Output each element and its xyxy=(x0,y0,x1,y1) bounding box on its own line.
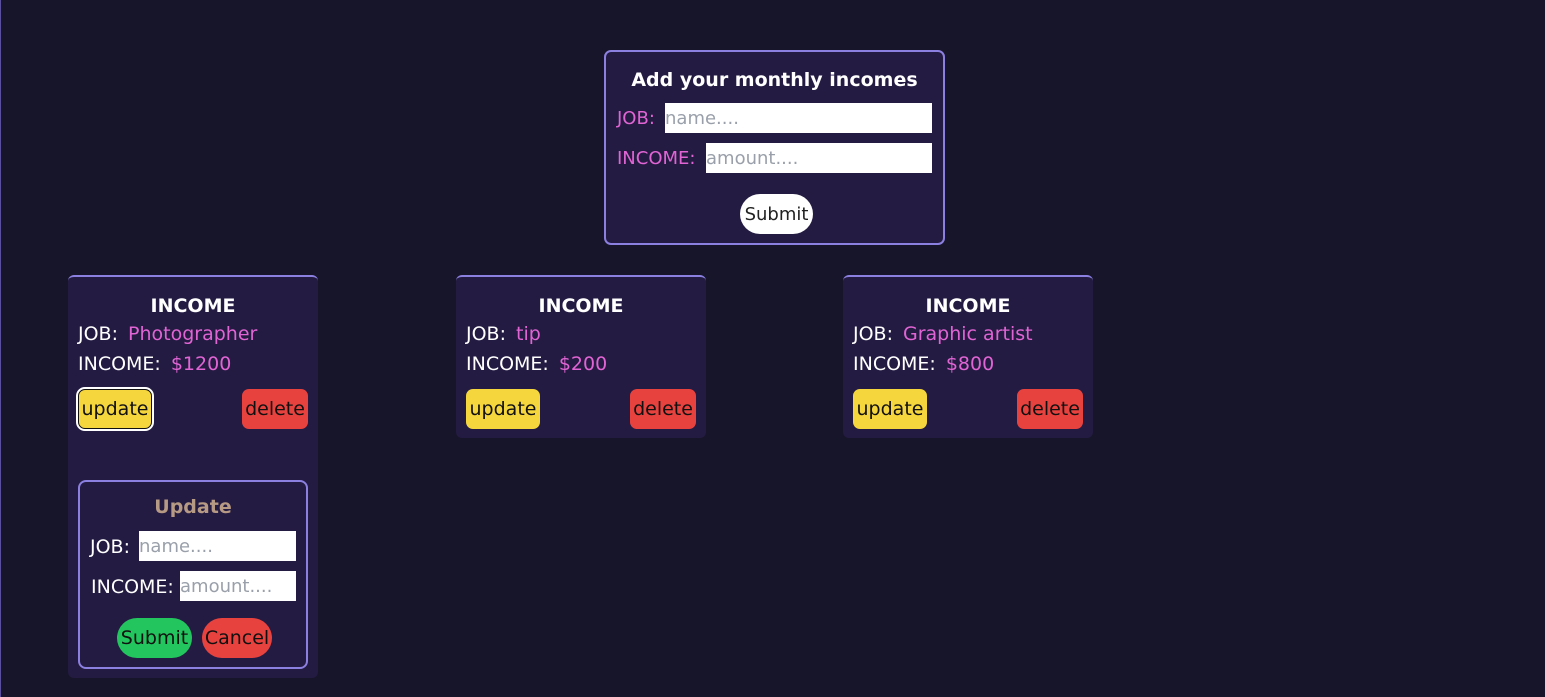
update-button[interactable]: update xyxy=(853,389,927,429)
update-form-title: Update xyxy=(154,496,232,518)
income-card: INCOME JOB: tip INCOME: $200 update delete xyxy=(456,275,706,438)
update-job-input[interactable] xyxy=(139,531,296,561)
add-job-label: JOB: xyxy=(617,108,655,129)
card-income-value: $200 xyxy=(558,353,608,375)
card-job-value: tip xyxy=(516,323,541,345)
card-income-row: INCOME: $200 xyxy=(466,353,607,375)
card-income-key: INCOME: xyxy=(853,353,936,375)
update-button[interactable]: update xyxy=(466,389,540,429)
card-job-row: JOB: Photographer xyxy=(78,323,257,345)
card-title: INCOME xyxy=(538,295,624,317)
add-income-label: INCOME: xyxy=(617,148,696,169)
card-income-value: $1200 xyxy=(170,353,232,375)
update-job-label: JOB: xyxy=(90,536,130,558)
add-income-form: Add your monthly incomes JOB: INCOME: Su… xyxy=(604,50,945,245)
card-job-row: JOB: tip xyxy=(466,323,541,345)
update-button[interactable]: update xyxy=(76,387,154,431)
card-income-key: INCOME: xyxy=(466,353,549,375)
update-cancel-button[interactable]: Cancel xyxy=(202,618,272,658)
card-job-key: JOB: xyxy=(853,323,893,345)
update-income-label: INCOME: xyxy=(91,576,174,598)
add-job-input[interactable] xyxy=(665,103,932,133)
income-card: INCOME JOB: Graphic artist INCOME: $800 up… xyxy=(843,275,1093,438)
delete-button[interactable]: delete xyxy=(242,389,308,429)
card-title: INCOME xyxy=(150,295,236,317)
update-income-input[interactable] xyxy=(180,571,296,601)
add-form-title: Add your monthly incomes xyxy=(631,69,918,91)
card-income-value: $800 xyxy=(945,353,995,375)
delete-button[interactable]: delete xyxy=(630,389,696,429)
income-card: INCOME JOB: Photographer INCOME: $1200 upd… xyxy=(68,275,318,678)
card-job-value: Graphic artist xyxy=(903,323,1033,345)
card-job-value: Photographer xyxy=(128,323,258,345)
card-income-row: INCOME: $1200 xyxy=(78,353,231,375)
card-job-row: JOB: Graphic artist xyxy=(853,323,1033,345)
add-income-input[interactable] xyxy=(706,143,932,173)
card-job-key: JOB: xyxy=(466,323,506,345)
update-form: Update JOB: INCOME: Submit Cancel xyxy=(78,480,308,669)
update-submit-button[interactable]: Submit xyxy=(117,618,192,658)
card-income-row: INCOME: $800 xyxy=(853,353,994,375)
card-title: INCOME xyxy=(925,295,1011,317)
add-submit-button[interactable]: Submit xyxy=(740,194,813,234)
delete-button[interactable]: delete xyxy=(1017,389,1083,429)
card-income-key: INCOME: xyxy=(78,353,161,375)
card-job-key: JOB: xyxy=(78,323,118,345)
